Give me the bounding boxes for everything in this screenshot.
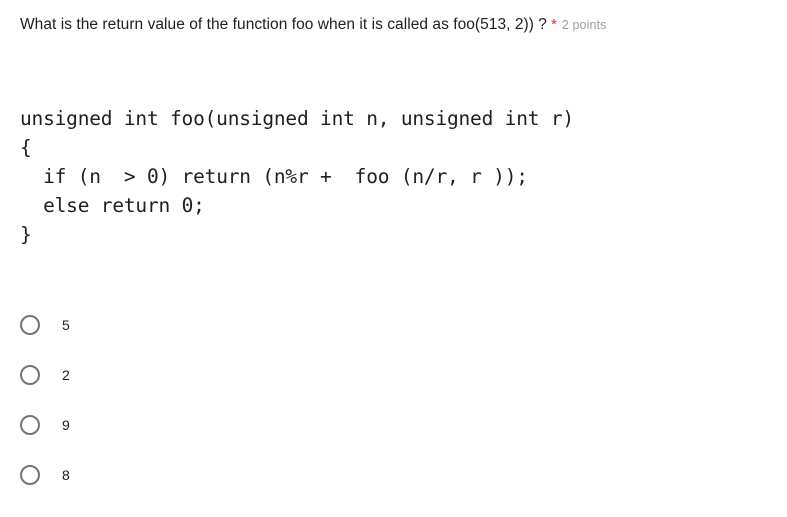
code-snippet: unsigned int foo(unsigned int n, unsigne… [20, 107, 574, 246]
answer-options-list: 5 2 9 8 [20, 300, 760, 500]
radio-button-icon[interactable] [20, 315, 40, 335]
option-label: 5 [62, 317, 70, 333]
option-row-4[interactable]: 8 [20, 450, 760, 500]
option-row-2[interactable]: 2 [20, 350, 760, 400]
option-label: 9 [62, 417, 70, 433]
radio-button-icon[interactable] [20, 465, 40, 485]
option-row-1[interactable]: 5 [20, 300, 760, 350]
question-header: What is the return value of the function… [20, 12, 768, 38]
points-label: 2 points [561, 18, 607, 32]
option-label: 8 [62, 467, 70, 483]
page-title: What is the return value of the function… [20, 16, 547, 33]
question-card: What is the return value of the function… [0, 0, 787, 517]
radio-button-icon[interactable] [20, 415, 40, 435]
option-label: 2 [62, 367, 70, 383]
option-row-3[interactable]: 9 [20, 400, 760, 450]
required-asterisk-icon: * [550, 16, 557, 33]
radio-button-icon[interactable] [20, 365, 40, 385]
